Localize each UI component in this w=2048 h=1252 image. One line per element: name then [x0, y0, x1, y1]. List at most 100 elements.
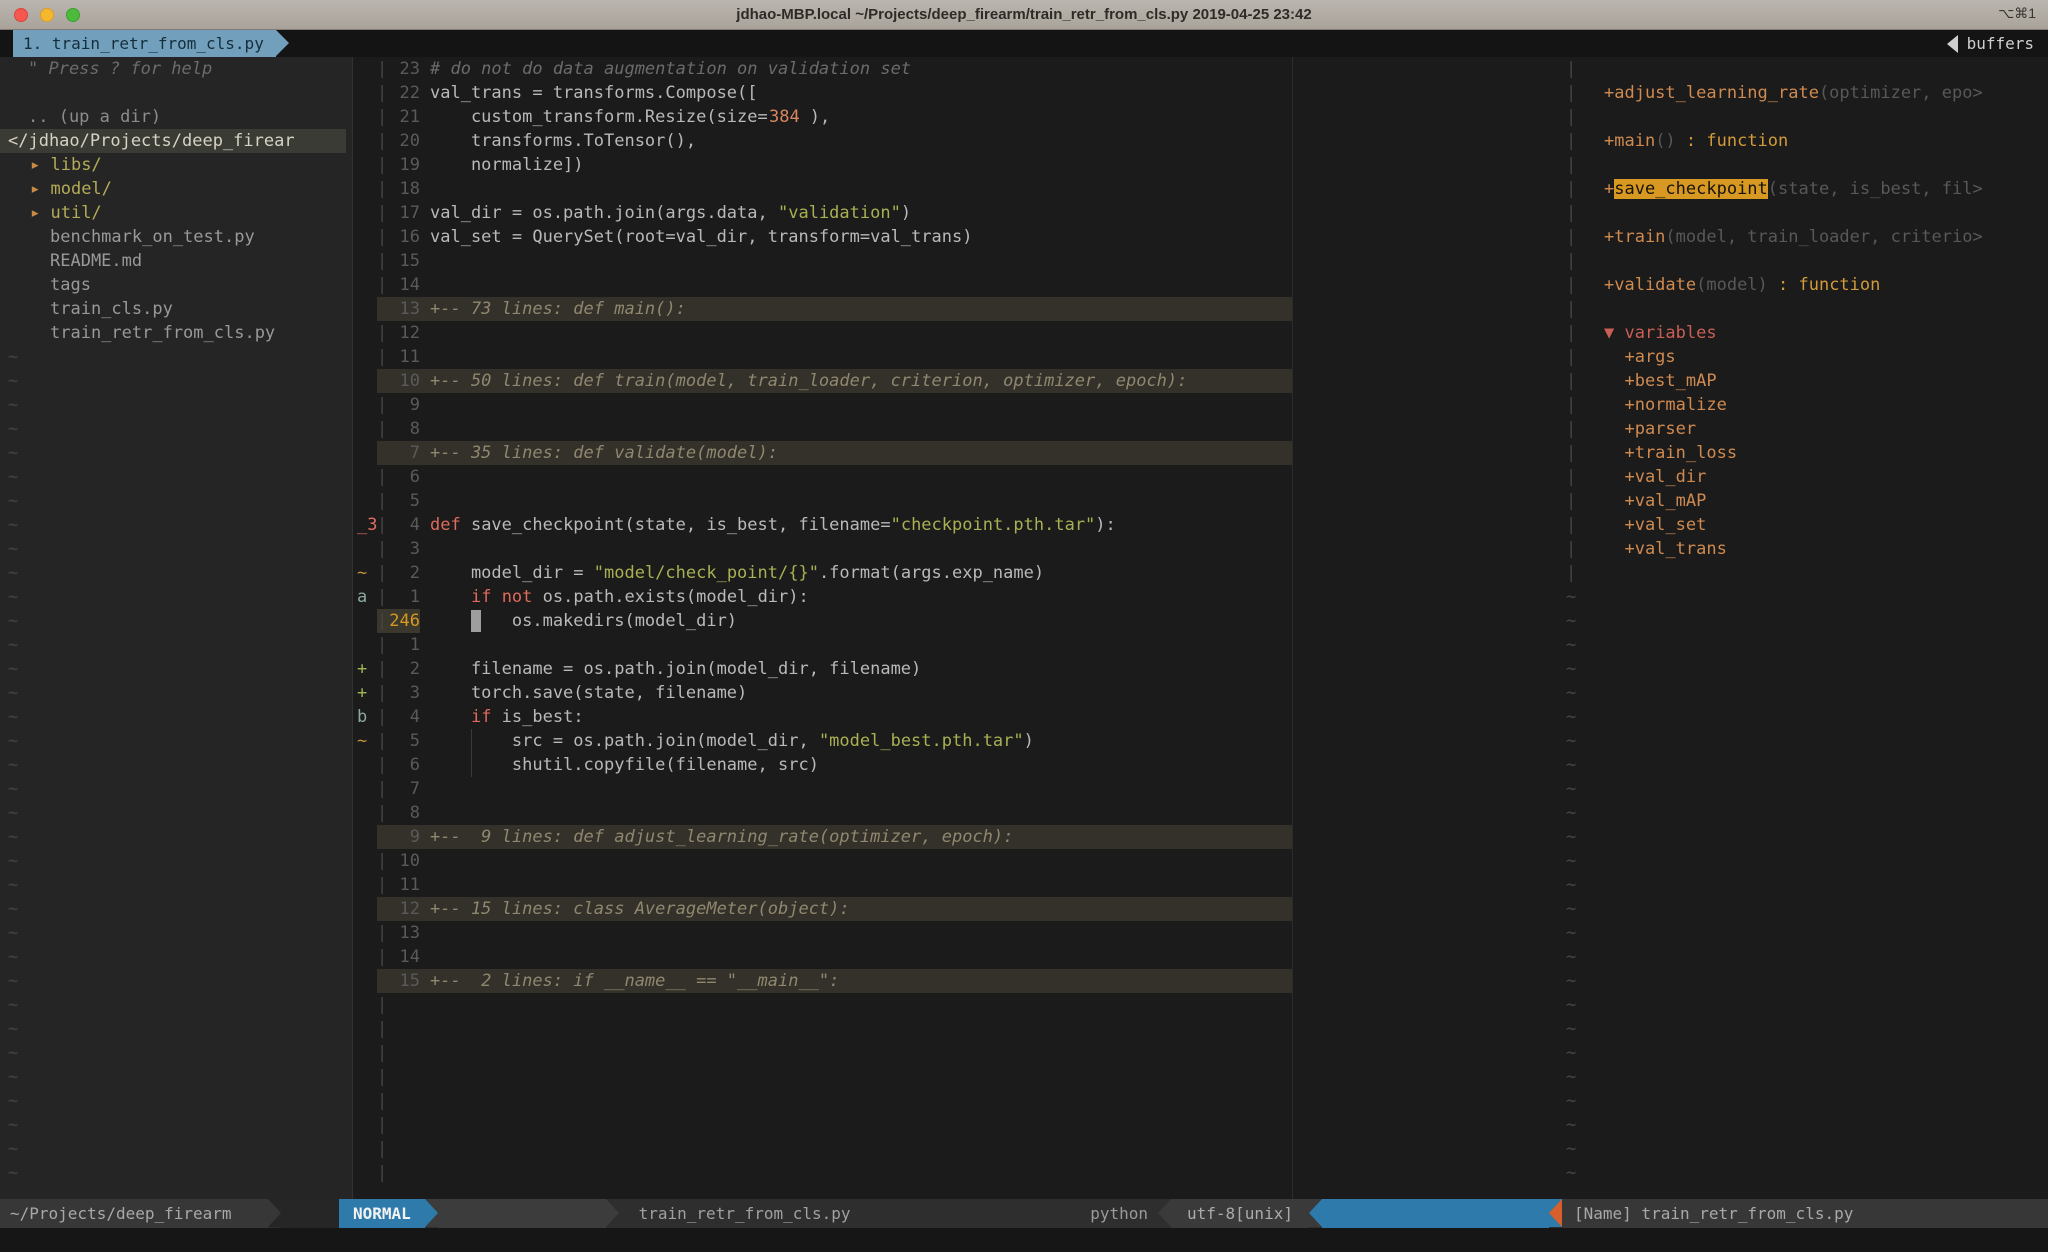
tagbar-item[interactable]: +parser [1600, 417, 2048, 441]
gutter-sign [353, 609, 377, 633]
fold-column: | [1560, 177, 1600, 201]
folded-line[interactable]: 9+-- 9 lines: def adjust_learning_rate(o… [353, 825, 1292, 849]
tagbar-item[interactable]: +val_set [1600, 513, 2048, 537]
code-line[interactable]: |3 [353, 537, 1292, 561]
code-line[interactable]: +|2 filename = os.path.join(model_dir, f… [353, 657, 1292, 681]
line-number: 14 [388, 273, 420, 297]
folded-line[interactable]: 7+-- 35 lines: def validate(model): [353, 441, 1292, 465]
code-line[interactable]: |22val_trans = transforms.Compose([ [353, 81, 1292, 105]
tagbar-item[interactable]: +best_mAP [1600, 369, 2048, 393]
tree-file-item[interactable]: tags [0, 273, 352, 297]
code-line[interactable]: | [353, 1065, 1292, 1089]
code-line[interactable]: | [353, 1161, 1292, 1185]
buffers-indicator[interactable]: buffers [1947, 30, 2048, 57]
code-line[interactable]: ~|5 src = os.path.join(model_dir, "model… [353, 729, 1292, 753]
tree-root[interactable]: </jdhao/Projects/deep_firear [0, 129, 346, 153]
code-line[interactable]: | [353, 1089, 1292, 1113]
tagbar-item[interactable]: +validate(model) : function [1600, 273, 2048, 297]
tagbar-item[interactable]: +train(model, train_loader, criterio> [1600, 225, 2048, 249]
code-line[interactable]: |16val_set = QuerySet(root=val_dir, tran… [353, 225, 1292, 249]
tabline: 1. train_retr_from_cls.py buffers [0, 30, 2048, 57]
folded-line[interactable]: 12+-- 15 lines: class AverageMeter(objec… [353, 897, 1292, 921]
tagbar-item[interactable]: +adjust_learning_rate(optimizer, epo> [1600, 81, 2048, 105]
code-line[interactable]: |246 os.makedirs(model_dir) [353, 609, 1292, 633]
tab-train-retr-from-cls[interactable]: 1. train_retr_from_cls.py [13, 30, 276, 57]
tree-file-item[interactable]: README.md [0, 249, 352, 273]
line-number: 12 [388, 321, 420, 345]
line-number: 15 [388, 249, 420, 273]
folded-line[interactable]: 10+-- 50 lines: def train(model, train_l… [353, 369, 1292, 393]
code-line[interactable]: | [353, 1137, 1292, 1161]
minimize-button[interactable] [40, 8, 54, 22]
command-line[interactable] [0, 1228, 2048, 1252]
tagbar-item[interactable]: +main() : function [1600, 129, 2048, 153]
code-line[interactable]: |17val_dir = os.path.join(args.data, "va… [353, 201, 1292, 225]
code-line[interactable]: |10 [353, 849, 1292, 873]
code-line[interactable]: +|3 torch.save(state, filename) [353, 681, 1292, 705]
line-number: 9 [388, 393, 420, 417]
code-line[interactable]: |12 [353, 321, 1292, 345]
tagbar-item[interactable]: +val_mAP [1600, 489, 2048, 513]
code-line[interactable]: ~|2 model_dir = "model/check_point/{}".f… [353, 561, 1292, 585]
tree-dir-item[interactable]: ▸ util/ [0, 201, 352, 225]
tagbar-item[interactable]: +val_dir [1600, 465, 2048, 489]
code-line[interactable]: a|1 if not os.path.exists(model_dir): [353, 585, 1292, 609]
code-line[interactable]: _3|4def save_checkpoint(state, is_best, … [353, 513, 1292, 537]
folded-line[interactable]: 13+-- 73 lines: def main(): [353, 297, 1292, 321]
code-line[interactable]: |7 [353, 777, 1292, 801]
code-line[interactable]: | [353, 1017, 1292, 1041]
tree-updir[interactable]: .. (up a dir) [0, 105, 352, 129]
close-button[interactable] [14, 8, 28, 22]
code-line[interactable]: |13 [353, 921, 1292, 945]
code-line[interactable]: |11 [353, 873, 1292, 897]
gutter-sign [353, 921, 377, 945]
powerline-arrow-icon [268, 1199, 281, 1227]
tagbar-item[interactable]: +args [1600, 345, 2048, 369]
code-line[interactable]: |14 [353, 945, 1292, 969]
code-line[interactable]: | [353, 993, 1292, 1017]
code-line[interactable]: |15 [353, 249, 1292, 273]
code-line[interactable]: |8 [353, 801, 1292, 825]
code-token: val_set = QuerySet(root=val_dir, transfo… [430, 227, 972, 247]
line-number: 11 [388, 873, 420, 897]
powerline-arrow-icon [1309, 1199, 1322, 1227]
code-line[interactable]: | [353, 1113, 1292, 1137]
code-line[interactable]: |5 [353, 489, 1292, 513]
empty-line-tilde: ~ [0, 729, 352, 753]
tree-file-item[interactable]: train_cls.py [0, 297, 352, 321]
code-token: # do not do data augmentation on validat… [430, 59, 911, 79]
cursor-block[interactable] [471, 610, 481, 632]
tagbar-item[interactable]: ▼ variables [1600, 321, 2048, 345]
line-text: model_dir = "model/check_point/{}".forma… [430, 561, 1044, 585]
code-line[interactable]: |8 [353, 417, 1292, 441]
zoom-button[interactable] [66, 8, 80, 22]
code-line[interactable]: |6 [353, 465, 1292, 489]
code-line[interactable]: |1 [353, 633, 1292, 657]
code-line[interactable]: |23# do not do data augmentation on vali… [353, 57, 1292, 81]
tree-file-item[interactable]: benchmark_on_test.py [0, 225, 352, 249]
code-line[interactable]: b|4 if is_best: [353, 705, 1292, 729]
code-line[interactable]: |20 transforms.ToTensor(), [353, 129, 1292, 153]
gutter-sign: + [353, 657, 377, 681]
fold-column: | [377, 81, 388, 105]
tree-dir-item[interactable]: ▸ model/ [0, 177, 352, 201]
code-line[interactable]: |21 custom_transform.Resize(size=384), [353, 105, 1292, 129]
empty-line-tilde: ~ [1560, 801, 1600, 825]
folded-line[interactable]: 15+-- 2 lines: if __name__ == "__main__"… [353, 969, 1292, 993]
code-line[interactable]: |11 [353, 345, 1292, 369]
code-line[interactable]: |9 [353, 393, 1292, 417]
tree-file-item[interactable]: train_retr_from_cls.py [0, 321, 352, 345]
tagbar-item[interactable]: +normalize [1600, 393, 2048, 417]
code-line[interactable]: |6 shutil.copyfile(filename, src) [353, 753, 1292, 777]
tagbar-item[interactable]: +save_checkpoint(state, is_best, fil> [1600, 177, 2048, 201]
code-line[interactable]: |18 [353, 177, 1292, 201]
code-token: shutil.copyfile(filename, src) [430, 755, 819, 775]
code-line[interactable]: |14 [353, 273, 1292, 297]
fold-column: | [377, 801, 388, 825]
tagbar-item[interactable]: +train_loss [1600, 441, 2048, 465]
line-number: 8 [388, 801, 420, 825]
tagbar-item[interactable]: +val_trans [1600, 537, 2048, 561]
tree-dir-item[interactable]: ▸ libs/ [0, 153, 352, 177]
code-line[interactable]: |19 normalize]) [353, 153, 1292, 177]
code-line[interactable]: | [353, 1041, 1292, 1065]
